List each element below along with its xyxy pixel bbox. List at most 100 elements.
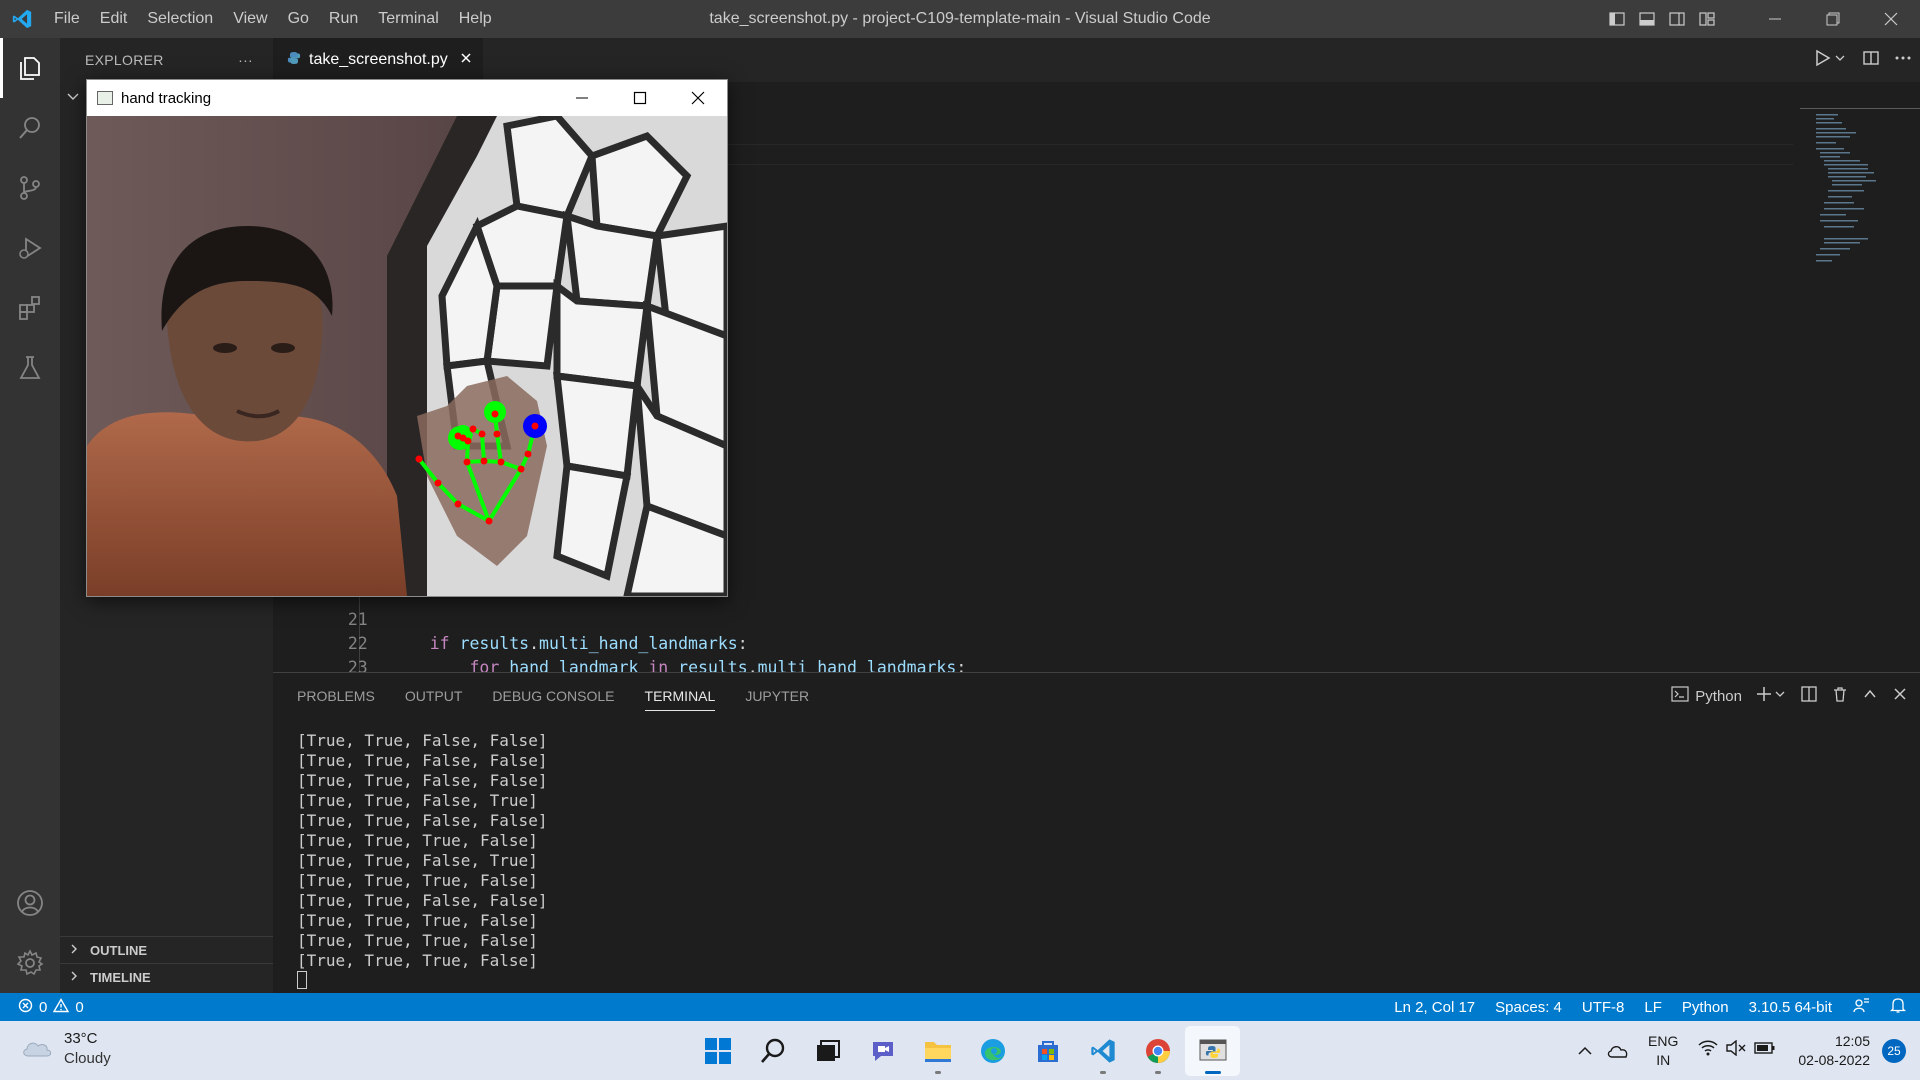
- menu-selection[interactable]: Selection: [137, 0, 223, 38]
- hand-tracking-window[interactable]: hand tracking: [86, 79, 728, 597]
- source-control-icon[interactable]: [0, 158, 60, 218]
- toggle-panel-icon[interactable]: [1632, 0, 1662, 38]
- title-bar: File Edit Selection View Go Run Terminal…: [0, 0, 1920, 38]
- extensions-icon[interactable]: [0, 278, 60, 338]
- title-controls: [1602, 0, 1920, 38]
- menu-go[interactable]: Go: [278, 0, 319, 38]
- weather-condition: Cloudy: [64, 1050, 111, 1067]
- encoding[interactable]: UTF-8: [1582, 999, 1625, 1016]
- split-editor-icon[interactable]: [1862, 49, 1880, 72]
- explorer-more-button[interactable]: ···: [238, 52, 253, 68]
- vscode-taskbar-icon[interactable]: [1075, 1026, 1130, 1076]
- indentation[interactable]: Spaces: 4: [1495, 999, 1562, 1016]
- menu-view[interactable]: View: [223, 0, 277, 38]
- menu-edit[interactable]: Edit: [90, 0, 138, 38]
- weather-widget[interactable]: 33°C Cloudy: [20, 1029, 111, 1069]
- minimize-button[interactable]: [1746, 0, 1804, 38]
- onedrive-cloud-icon[interactable]: [1600, 1043, 1636, 1059]
- cv-close-button[interactable]: [669, 80, 727, 116]
- new-terminal-icon[interactable]: [1756, 686, 1786, 706]
- tab-problems[interactable]: PROBLEMS: [297, 673, 375, 719]
- language-mode[interactable]: Python: [1682, 999, 1729, 1016]
- terminal-line: [True, True, True, False]: [297, 831, 538, 850]
- end-of-line[interactable]: LF: [1644, 999, 1662, 1016]
- terminal-line: [True, True, False, False]: [297, 811, 548, 830]
- toggle-sidebar-icon[interactable]: [1602, 0, 1632, 38]
- show-hidden-icons-chevron-icon[interactable]: [1570, 1045, 1600, 1057]
- activity-bar: [0, 38, 60, 993]
- split-terminal-icon[interactable]: [1800, 686, 1818, 706]
- settings-gear-icon[interactable]: [0, 933, 60, 993]
- terminal-line: [True, True, False, False]: [297, 731, 548, 750]
- chrome-browser-icon[interactable]: [1130, 1026, 1185, 1076]
- clock[interactable]: 12:05 02-08-2022: [1798, 1032, 1870, 1070]
- python-taskbar-icon[interactable]: [1185, 1025, 1240, 1076]
- panel-actions: Python: [1671, 673, 1908, 719]
- panel-tabs: PROBLEMS OUTPUT DEBUG CONSOLE TERMINAL J…: [273, 673, 839, 719]
- explorer-title: EXPLORER: [85, 52, 164, 68]
- terminal-shell-selector[interactable]: Python: [1671, 686, 1742, 706]
- explorer-icon[interactable]: [0, 38, 60, 98]
- chevron-right-icon: [68, 943, 84, 958]
- taskbar-search-icon[interactable]: [745, 1026, 800, 1076]
- task-view-icon[interactable]: [800, 1026, 855, 1076]
- feedback-icon[interactable]: [1852, 996, 1870, 1018]
- more-actions-icon[interactable]: [1894, 49, 1912, 72]
- testing-icon[interactable]: [0, 338, 60, 398]
- microsoft-store-icon[interactable]: [1020, 1026, 1075, 1076]
- problems-indicator[interactable]: 0 0: [0, 997, 84, 1017]
- minimap[interactable]: [1800, 108, 1920, 328]
- outline-label: OUTLINE: [90, 942, 148, 958]
- menu-file[interactable]: File: [44, 0, 90, 38]
- tab-debug-console[interactable]: DEBUG CONSOLE: [492, 673, 614, 719]
- restore-button[interactable]: [1804, 0, 1862, 38]
- notification-badge[interactable]: 25: [1882, 1038, 1906, 1063]
- menu-help[interactable]: Help: [449, 0, 502, 38]
- close-window-button[interactable]: [1862, 0, 1920, 38]
- search-icon[interactable]: [0, 98, 60, 158]
- tab-jupyter[interactable]: JUPYTER: [745, 673, 809, 719]
- run-python-file-icon[interactable]: [1814, 49, 1848, 72]
- bottom-panel: PROBLEMS OUTPUT DEBUG CONSOLE TERMINAL J…: [273, 672, 1920, 993]
- terminal-line: [True, True, True, False]: [297, 871, 538, 890]
- tab-label: take_screenshot.py: [309, 51, 448, 68]
- hand-tracking-titlebar[interactable]: hand tracking: [87, 80, 727, 116]
- toggle-secondary-sidebar-icon[interactable]: [1662, 0, 1692, 38]
- cursor-position[interactable]: Ln 2, Col 17: [1394, 999, 1475, 1016]
- cv-maximize-button[interactable]: [611, 80, 669, 116]
- teams-chat-icon[interactable]: [855, 1026, 910, 1076]
- terminal-cursor: [297, 971, 307, 989]
- input-language-indicator[interactable]: ENG IN: [1648, 1032, 1678, 1070]
- tab-terminal[interactable]: TERMINAL: [644, 673, 715, 719]
- menu-run[interactable]: Run: [319, 0, 368, 38]
- start-button[interactable]: [690, 1026, 745, 1076]
- close-tab-icon[interactable]: [460, 51, 472, 69]
- maximize-panel-icon[interactable]: [1862, 686, 1878, 706]
- volume-muted-icon[interactable]: [1726, 1039, 1746, 1061]
- customize-layout-icon[interactable]: [1692, 0, 1722, 38]
- status-bar: 0 0 Ln 2, Col 17 Spaces: 4 UTF-8 LF Pyth…: [0, 993, 1920, 1021]
- run-debug-icon[interactable]: [0, 218, 60, 278]
- edge-browser-icon[interactable]: [965, 1026, 1020, 1076]
- explorer-header: EXPLORER ···: [60, 38, 273, 82]
- cloud-icon: [20, 1035, 54, 1064]
- close-panel-icon[interactable]: [1892, 686, 1908, 706]
- opencv-window-icon: [97, 91, 113, 105]
- account-icon[interactable]: [0, 873, 60, 933]
- battery-icon[interactable]: [1754, 1041, 1776, 1060]
- windows-taskbar: 33°C Cloudy ENG IN 12:05 02-08-2022 25: [0, 1021, 1920, 1080]
- folder-chevron-icon[interactable]: [66, 90, 80, 109]
- tab-take-screenshot[interactable]: take_screenshot.py: [273, 38, 483, 82]
- timeline-section[interactable]: TIMELINE: [60, 963, 273, 990]
- file-explorer-icon[interactable]: [910, 1026, 965, 1076]
- terminal-line: [True, True, False, False]: [297, 891, 548, 910]
- kill-terminal-icon[interactable]: [1832, 686, 1848, 706]
- tab-output[interactable]: OUTPUT: [405, 673, 463, 719]
- outline-section[interactable]: OUTLINE: [60, 936, 273, 963]
- menu-terminal[interactable]: Terminal: [368, 0, 448, 38]
- language-code: ENG: [1648, 1032, 1679, 1049]
- python-interpreter[interactable]: 3.10.5 64-bit: [1749, 999, 1832, 1016]
- notifications-bell-icon[interactable]: [1889, 996, 1907, 1018]
- wifi-icon[interactable]: [1698, 1040, 1718, 1061]
- cv-minimize-button[interactable]: [553, 80, 611, 116]
